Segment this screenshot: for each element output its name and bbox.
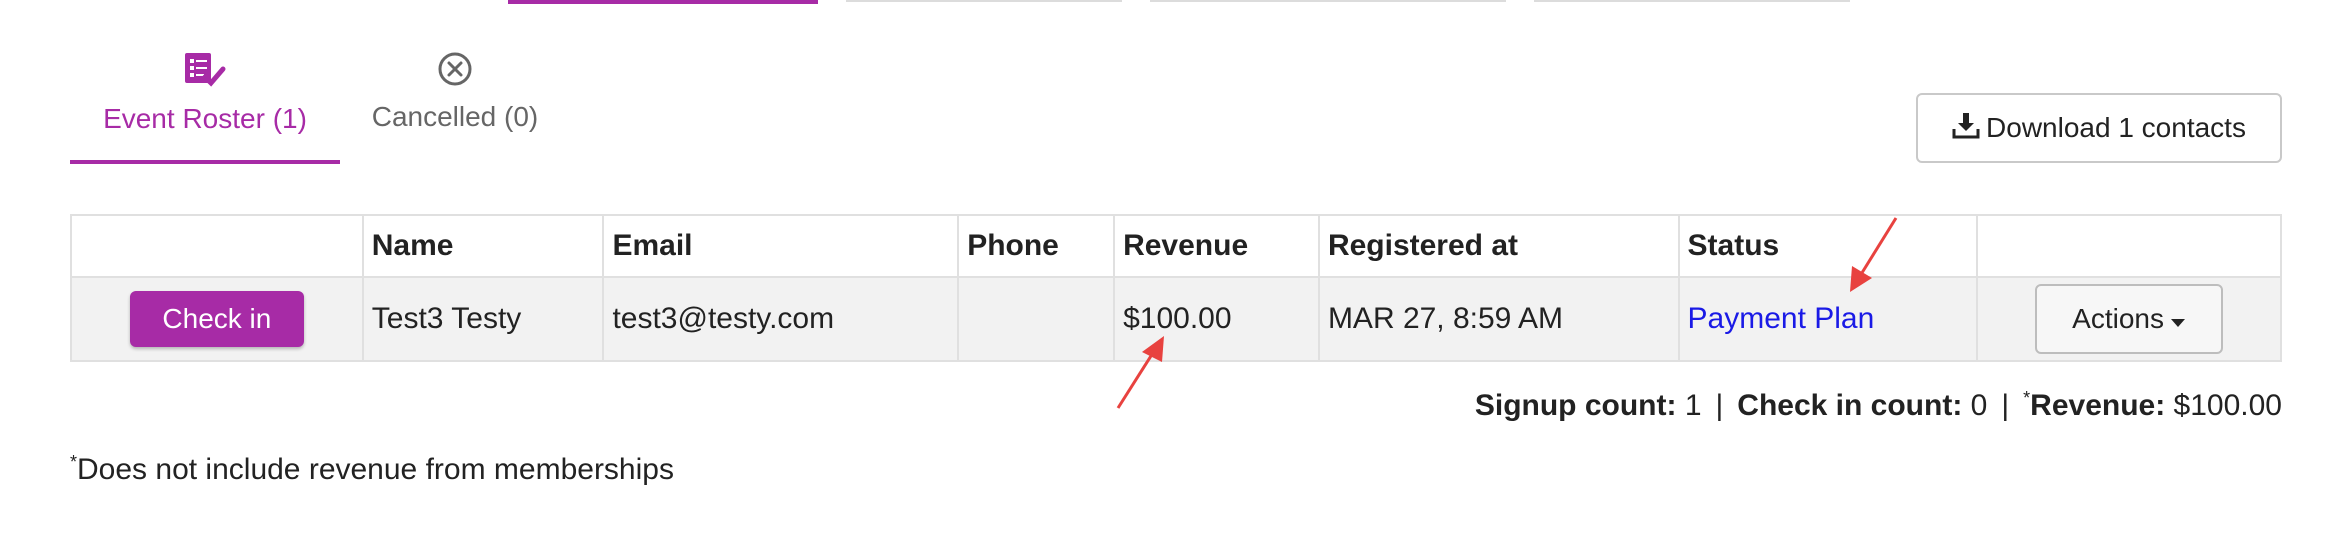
checkin-count-value: 0 — [1970, 389, 1988, 422]
tab-event-roster-label: Event Roster (1) — [103, 103, 307, 134]
signup-count-value: 1 — [1684, 389, 1702, 422]
download-contacts-label: Download 1 contacts — [1986, 112, 2246, 143]
column-header-registered-at[interactable]: Registered at — [1317, 214, 1680, 278]
column-header-name[interactable]: Name — [361, 214, 605, 278]
summary-separator: | — [1715, 389, 1724, 422]
signup-count-label: Signup count: — [1474, 389, 1677, 422]
revenue-cell: $100.00 — [1113, 276, 1320, 362]
column-header-actions — [1976, 214, 2282, 278]
top-tab-indicator — [1534, 0, 1850, 2]
roster-summary: Signup count: 1 | Check in count: 0 | *Reven… — [1475, 388, 2282, 423]
email-cell: test3@testy.com — [602, 276, 960, 362]
footnote: *Does not include revenue from membershi… — [70, 452, 674, 487]
roster-check-icon — [183, 53, 227, 94]
cancel-circle-icon — [436, 52, 474, 92]
summary-separator: | — [2001, 389, 2010, 422]
table-row: Check in Test3 Testy test3@testy.com $10… — [70, 276, 2282, 362]
column-header-status[interactable]: Status — [1677, 214, 1979, 278]
actions-cell: Actions — [1976, 276, 2282, 362]
tab-event-roster[interactable]: Event Roster (1) — [70, 50, 340, 135]
tab-cancelled[interactable]: Cancelled (0) — [360, 50, 550, 133]
tab-cancelled-label: Cancelled (0) — [371, 101, 539, 132]
registered-at-cell: MAR 27, 8:59 AM — [1317, 276, 1680, 362]
status-link-payment-plan[interactable]: Payment Plan — [1688, 302, 1875, 335]
actions-label: Actions — [2072, 303, 2164, 334]
revenue-total-label: Revenue: — [2030, 389, 2166, 422]
phone-cell — [957, 276, 1116, 362]
column-header-email[interactable]: Email — [602, 214, 960, 278]
top-tab-indicator — [1150, 0, 1506, 2]
column-header-revenue[interactable]: Revenue — [1113, 214, 1320, 278]
caret-down-icon — [2170, 303, 2186, 335]
status-cell: Payment Plan — [1677, 276, 1979, 362]
footnote-text: Does not include revenue from membership… — [77, 453, 674, 486]
table-header-row: Name Email Phone Revenue Registered at S… — [70, 214, 2282, 278]
roster-table: Name Email Phone Revenue Registered at S… — [70, 214, 2282, 362]
checkin-count-label: Check in count: — [1737, 389, 1963, 422]
footnote-marker: * — [70, 452, 78, 472]
name-cell: Test3 Testy — [361, 276, 605, 362]
top-tab-indicator-active — [508, 0, 818, 4]
top-tab-indicator — [846, 0, 1122, 2]
checkin-cell: Check in — [70, 276, 364, 362]
download-icon — [1952, 111, 1980, 146]
active-tab-underline — [70, 160, 340, 164]
download-contacts-button[interactable]: Download 1 contacts — [1916, 93, 2282, 163]
actions-dropdown-button[interactable]: Actions — [2035, 284, 2224, 354]
check-in-button[interactable]: Check in — [129, 291, 304, 347]
column-header-checkin — [70, 214, 364, 278]
revenue-total-value: $100.00 — [2173, 389, 2282, 422]
column-header-phone[interactable]: Phone — [957, 214, 1116, 278]
